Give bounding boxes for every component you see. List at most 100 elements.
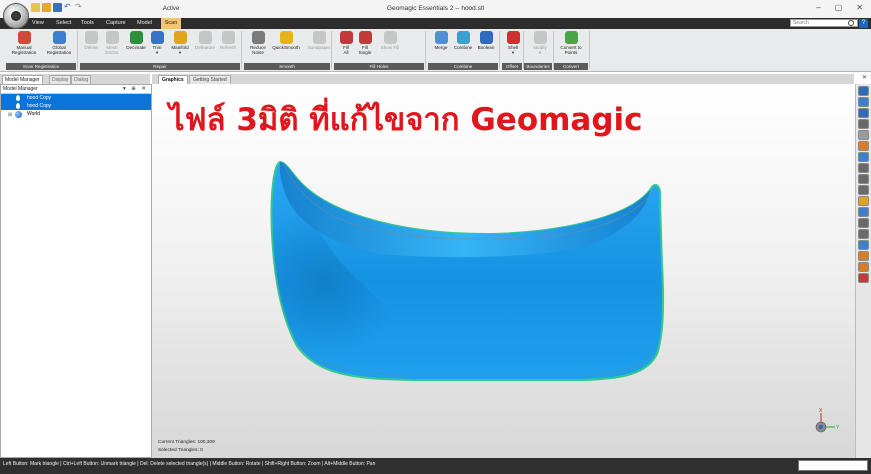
- tree-item-hood-copy-1[interactable]: hood Copy: [1, 94, 151, 102]
- ribbon-button-label: Defeature: [194, 45, 216, 50]
- boolean-button[interactable]: Boolean: [475, 31, 497, 50]
- tab-capture[interactable]: Capture: [106, 20, 126, 26]
- tree-item-hood-copy-2[interactable]: hood Copy: [1, 102, 151, 110]
- panel-controls[interactable]: ▾ ⊕ ✕: [123, 85, 148, 94]
- manifold-button[interactable]: Manifold ▾: [168, 31, 192, 55]
- merge-button[interactable]: Merge: [432, 31, 450, 50]
- ribbon-button-label: Modify ▾: [533, 45, 547, 55]
- reduce-noise-button[interactable]: Reduce Noise: [248, 31, 268, 55]
- group-boundaries-label: Boundaries: [524, 63, 552, 70]
- ribbon-button-label: Combine: [453, 45, 473, 50]
- decimate-button[interactable]: Decimate: [124, 31, 148, 50]
- close-icon[interactable]: ✕: [856, 3, 863, 12]
- mesh-object-icon: [16, 95, 20, 101]
- current-triangles: Current Triangles: 100,309: [158, 440, 215, 445]
- ribbon-button-label: Trim ▾: [152, 45, 162, 55]
- ribbon-button-label: Merge: [434, 45, 448, 50]
- tab-view[interactable]: View: [32, 20, 44, 26]
- fill-all-button[interactable]: Fill All: [338, 31, 354, 55]
- manual-registration-icon: [17, 31, 31, 44]
- view-tool-13-icon[interactable]: [858, 218, 869, 228]
- view-tool-9-icon[interactable]: [858, 174, 869, 184]
- ribbon-button-label: Fill All: [343, 45, 349, 55]
- tab-select[interactable]: Select: [56, 20, 71, 26]
- view-tool-3-icon[interactable]: [858, 108, 869, 118]
- view-tool-11-icon[interactable]: [858, 196, 869, 206]
- fill-all-icon: [339, 31, 353, 44]
- reduce-noise-icon: [251, 31, 265, 44]
- ribbon-button-label: Shell ▾: [507, 45, 519, 55]
- trim-button[interactable]: Trim ▾: [148, 31, 166, 55]
- view-tool-17-icon[interactable]: [858, 262, 869, 272]
- window-title: Geomagic Essentials 2 -- hood.stl: [386, 5, 485, 12]
- refresh-button[interactable]: Refresh: [218, 31, 238, 50]
- hood-mesh-model[interactable]: [152, 84, 855, 458]
- view-tool-1-icon[interactable]: [858, 86, 869, 96]
- axis-triad[interactable]: X Y: [807, 407, 842, 437]
- tab-display[interactable]: Display: [49, 75, 72, 84]
- group-separator: [425, 31, 426, 69]
- tree-item-world[interactable]: ⊞ World: [1, 110, 151, 118]
- minimize-icon[interactable]: –: [816, 3, 820, 12]
- tab-model-manager[interactable]: Model Manager: [2, 75, 43, 84]
- shell-button[interactable]: Shell ▾: [505, 31, 521, 55]
- tab-getting-started[interactable]: Getting Started: [189, 75, 231, 84]
- mesh-doctor-button[interactable]: Mesh Doctor: [102, 31, 122, 55]
- view-tool-7-icon[interactable]: [858, 152, 869, 162]
- view-tool-6-icon[interactable]: [858, 141, 869, 151]
- fill-single-icon: [358, 31, 372, 44]
- defeature-icon: [198, 31, 212, 44]
- shell-icon: [506, 31, 520, 44]
- view-tool-10-icon[interactable]: [858, 185, 869, 195]
- view-tool-15-icon[interactable]: [858, 240, 869, 250]
- quicksmooth-icon: [279, 31, 293, 44]
- convert-to-points-icon: [564, 31, 578, 44]
- delete-icon: [84, 31, 98, 44]
- tab-model[interactable]: Model: [137, 20, 152, 26]
- show-fill-button[interactable]: Show Fill: [380, 31, 400, 50]
- status-text: Left Button: Mark triangle | Ctrl+Left B…: [3, 461, 376, 467]
- view-tool-4-icon[interactable]: [858, 119, 869, 129]
- sandpaper-button[interactable]: Sandpaper: [306, 31, 332, 50]
- group-repair-label: Repair: [80, 63, 240, 70]
- graphics-viewport[interactable]: ไฟล์ 3มิติ ที่แก้ไขจาก Geomagic Current …: [152, 84, 855, 458]
- view-tool-12-icon[interactable]: [858, 207, 869, 217]
- ribbon-button-label: Boolean: [477, 45, 495, 50]
- application-button[interactable]: [3, 3, 29, 29]
- maximize-icon[interactable]: ▢: [835, 3, 843, 12]
- search-icon[interactable]: [848, 20, 854, 26]
- tab-scan[interactable]: Scan: [161, 18, 181, 29]
- expand-icon[interactable]: ⊞: [8, 111, 12, 119]
- manual-registration-button[interactable]: Manual Registration: [10, 31, 38, 55]
- view-tool-14-icon[interactable]: [858, 229, 869, 239]
- modify-button[interactable]: Modify ▾: [528, 31, 552, 55]
- combine-button[interactable]: Combine: [452, 31, 474, 50]
- status-bar: Left Button: Mark triangle | Ctrl+Left B…: [0, 458, 871, 474]
- ribbon-button-label: Decimate: [126, 45, 146, 50]
- close-viewport-icon[interactable]: ✕: [862, 74, 867, 81]
- quicksmooth-button[interactable]: QuickSmooth: [270, 31, 302, 50]
- tab-tools[interactable]: Tools: [81, 20, 94, 26]
- group-separator: [241, 31, 242, 69]
- triangle-stats: Current Triangles: 100,309 Selected Tria…: [158, 439, 215, 455]
- decimate-icon: [129, 31, 143, 44]
- view-tool-5-icon[interactable]: [858, 130, 869, 140]
- view-tool-16-icon[interactable]: [858, 251, 869, 261]
- status-field: [798, 460, 868, 471]
- left-panel-tabs: Model Manager Display Dialog: [0, 74, 150, 84]
- view-tool-8-icon[interactable]: [858, 163, 869, 173]
- delete-button[interactable]: Delete: [82, 31, 100, 50]
- window-controls: – ▢ ✕: [816, 3, 863, 12]
- view-tool-2-icon[interactable]: [858, 97, 869, 107]
- fill-single-button[interactable]: Fill Single: [356, 31, 374, 55]
- help-icon[interactable]: ?: [859, 19, 868, 28]
- view-tool-18-icon[interactable]: [858, 273, 869, 283]
- tab-graphics[interactable]: Graphics: [158, 75, 188, 84]
- global-registration-button[interactable]: Global Registration: [44, 31, 74, 55]
- convert-to-points-button[interactable]: Convert to Points: [558, 31, 584, 55]
- group-separator: [589, 31, 590, 69]
- tab-dialog[interactable]: Dialog: [71, 75, 92, 84]
- group-separator: [77, 31, 78, 69]
- defeature-button[interactable]: Defeature: [193, 31, 217, 50]
- group-separator: [331, 31, 332, 69]
